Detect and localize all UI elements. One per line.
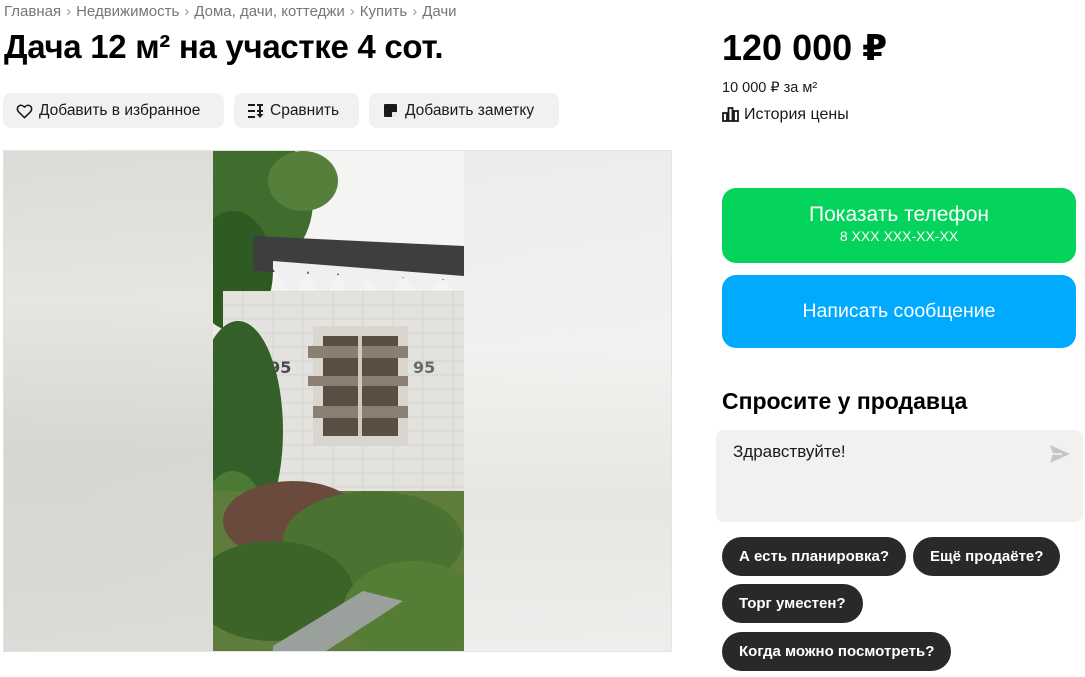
price-history-label: История цены xyxy=(744,106,849,123)
add-favorite-label: Добавить в избранное xyxy=(39,101,201,119)
ask-seller-message: Здравствуйте! xyxy=(733,442,846,461)
breadcrumb-separator: › xyxy=(412,3,418,20)
breadcrumb-separator: › xyxy=(66,3,72,20)
gallery-blur-left xyxy=(4,151,213,651)
listing-photo[interactable]: 495 95 xyxy=(213,151,464,651)
send-icon[interactable] xyxy=(1049,444,1071,464)
note-icon xyxy=(381,102,399,120)
photo-gallery[interactable]: 495 95 xyxy=(3,150,672,652)
breadcrumb-buy[interactable]: Купить xyxy=(360,3,407,20)
listing-actions: Добавить в избранное Сравнить Добавить з… xyxy=(3,93,559,128)
add-favorite-button[interactable]: Добавить в избранное xyxy=(3,93,224,128)
write-message-button[interactable]: Написать сообщение xyxy=(722,275,1076,348)
price-per-square-meter: 10 000 ₽ за м² xyxy=(722,80,818,96)
breadcrumb-home[interactable]: Главная xyxy=(4,3,61,20)
show-phone-button[interactable]: Показать телефон 8 XXX XXX-XX-XX xyxy=(722,188,1076,263)
svg-text:95: 95 xyxy=(413,358,435,377)
suggestion-chip-still-selling[interactable]: Ещё продаёте? xyxy=(913,537,1061,576)
ask-seller-title: Спросите у продавца xyxy=(722,388,968,414)
breadcrumb: Главная › Недвижимость › Дома, дачи, коттедж… xyxy=(4,3,457,20)
chart-icon xyxy=(722,107,740,123)
suggestion-chip-layout[interactable]: А есть планировка? xyxy=(722,537,906,576)
price-history-link[interactable]: История цены xyxy=(722,106,849,124)
suggestion-chip-viewing[interactable]: Когда можно посмотреть? xyxy=(722,632,952,671)
price: 120 000 ₽ xyxy=(722,27,888,68)
add-note-button[interactable]: Добавить заметку xyxy=(369,93,559,128)
breadcrumb-separator: › xyxy=(349,3,355,20)
breadcrumb-houses[interactable]: Дома, дачи, коттеджи xyxy=(194,3,344,20)
show-phone-label: Показать телефон xyxy=(809,203,989,226)
compare-button[interactable]: Сравнить xyxy=(234,93,359,128)
breadcrumb-dachas[interactable]: Дачи xyxy=(422,3,456,20)
masked-phone-number: 8 XXX XXX-XX-XX xyxy=(839,228,959,244)
heart-icon xyxy=(15,102,33,120)
breadcrumb-real-estate[interactable]: Недвижимость xyxy=(76,3,179,20)
gallery-blur-right xyxy=(462,151,671,651)
listing-title: Дача 12 м² на участке 4 сот. xyxy=(4,28,444,65)
ask-seller-input[interactable]: Здравствуйте! xyxy=(716,430,1083,522)
breadcrumb-separator: › xyxy=(184,3,190,20)
suggestion-chip-bargain[interactable]: Торг уместен? xyxy=(722,584,863,623)
add-note-label: Добавить заметку xyxy=(405,101,535,119)
compare-label: Сравнить xyxy=(270,101,340,119)
compare-icon xyxy=(246,102,264,120)
